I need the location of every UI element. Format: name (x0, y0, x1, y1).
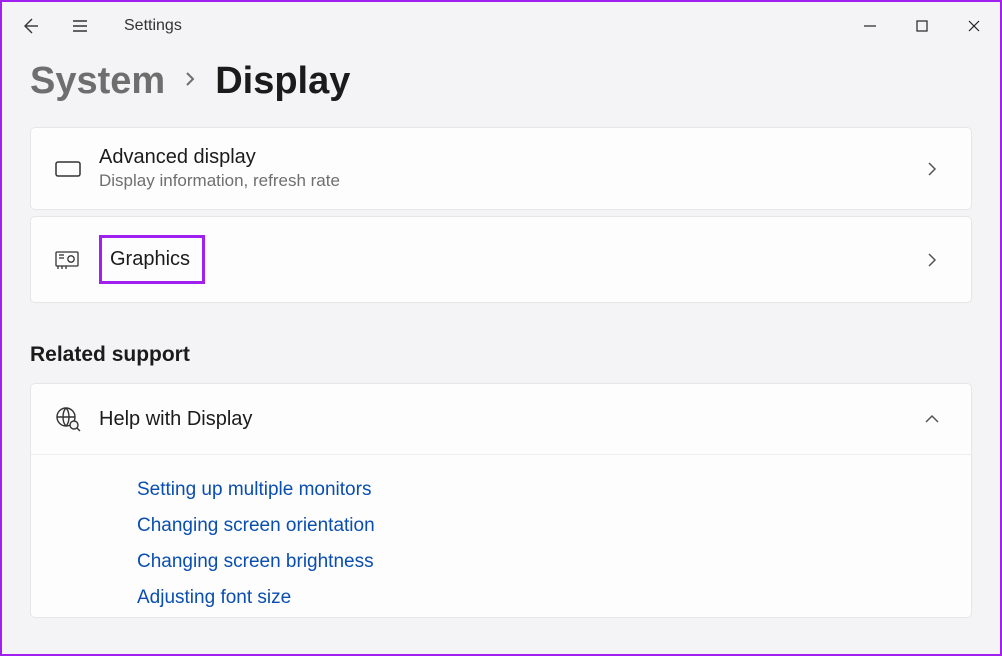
hamburger-icon (70, 16, 90, 36)
maximize-button[interactable] (896, 6, 948, 46)
help-link-font-size[interactable]: Adjusting font size (137, 587, 947, 609)
breadcrumb-root[interactable]: System (30, 60, 165, 103)
graphics-row[interactable]: Graphics (30, 216, 972, 303)
monitor-icon (55, 159, 81, 179)
help-link-screen-orientation[interactable]: Changing screen orientation (137, 515, 947, 537)
window-controls (844, 6, 1000, 46)
back-arrow-icon (20, 16, 40, 36)
chevron-right-icon (917, 161, 947, 177)
help-header[interactable]: Help with Display (31, 384, 971, 454)
help-card: Help with Display Setting up multiple mo… (30, 383, 972, 618)
advanced-display-subtitle: Display information, refresh rate (99, 171, 917, 191)
maximize-icon (916, 20, 928, 32)
close-button[interactable] (948, 6, 1000, 46)
graphics-card-icon (55, 249, 81, 271)
help-links: Setting up multiple monitors Changing sc… (31, 454, 971, 617)
graphics-title: Graphics (110, 248, 190, 270)
app-title: Settings (124, 17, 182, 35)
help-title: Help with Display (99, 408, 917, 431)
close-icon (967, 19, 981, 33)
advanced-display-row[interactable]: Advanced display Display information, re… (30, 127, 972, 210)
titlebar: Settings (2, 2, 1000, 50)
chevron-right-icon (917, 252, 947, 268)
related-support-heading: Related support (30, 343, 972, 367)
help-link-multiple-monitors[interactable]: Setting up multiple monitors (137, 479, 947, 501)
breadcrumb: System Display (30, 60, 972, 103)
minimize-button[interactable] (844, 6, 896, 46)
chevron-up-icon (917, 413, 947, 425)
advanced-display-title: Advanced display (99, 146, 917, 169)
minimize-icon (863, 19, 877, 33)
menu-button[interactable] (66, 12, 94, 40)
back-button[interactable] (16, 12, 44, 40)
breadcrumb-current: Display (215, 60, 350, 103)
globe-search-icon (55, 406, 81, 432)
graphics-highlight: Graphics (99, 235, 205, 284)
help-link-screen-brightness[interactable]: Changing screen brightness (137, 551, 947, 573)
chevron-right-icon (183, 69, 197, 95)
